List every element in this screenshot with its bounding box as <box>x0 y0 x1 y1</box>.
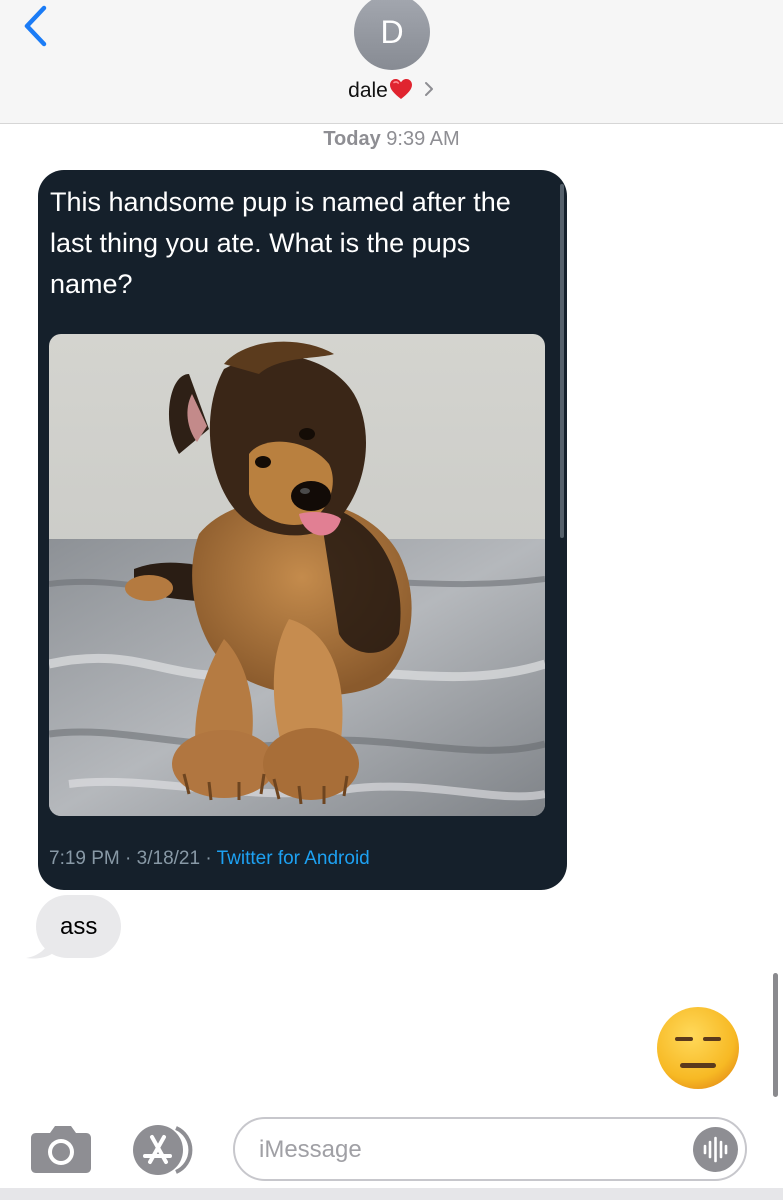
back-button[interactable] <box>20 4 56 48</box>
tweet-text: This handsome pup is named after the las… <box>50 187 511 299</box>
expressionless-face-icon[interactable] <box>655 1005 741 1091</box>
tweet-date: 3/18/21 <box>136 848 201 869</box>
keyboard-edge <box>0 1188 783 1200</box>
tweet-screenshot-image[interactable]: This handsome pup is named after the las… <box>38 170 567 890</box>
waveform-icon <box>703 1136 728 1163</box>
timestamp-day: Today <box>323 128 381 150</box>
imessage-input[interactable] <box>257 1129 681 1171</box>
chevron-left-icon <box>24 5 47 47</box>
tweet-time: 7:19 PM <box>49 848 120 869</box>
tweet-meta-separator: · <box>205 848 212 869</box>
tweet-scroll-indicator <box>560 184 564 538</box>
received-message-bubble[interactable]: ass <box>36 895 122 958</box>
timestamp-time: 9:39 AM <box>386 128 460 150</box>
conversation-header: D dale <box>0 0 783 124</box>
audio-message-button[interactable] <box>693 1127 738 1172</box>
contact-name: dale <box>348 79 388 102</box>
camera-icon <box>31 1126 91 1173</box>
camera-button[interactable] <box>30 1123 92 1175</box>
tweet-source-link[interactable]: Twitter for Android <box>217 848 370 869</box>
red-heart-icon <box>389 78 413 106</box>
app-store-icon <box>133 1125 193 1175</box>
chevron-right-icon <box>423 80 435 104</box>
conversation-scroll-indicator <box>773 973 778 1097</box>
message-timestamp: Today 9:39 AM <box>0 128 783 151</box>
contact-avatar[interactable]: D <box>354 0 430 70</box>
app-store-button[interactable] <box>130 1124 202 1176</box>
contact-name-button[interactable]: dale <box>0 78 783 106</box>
puppy-photo <box>49 334 545 816</box>
tweet-meta-separator: · <box>125 848 132 869</box>
tweet-meta: 7:19 PM · 3/18/21 · Twitter for Android <box>49 848 370 870</box>
message-field[interactable] <box>233 1117 747 1181</box>
